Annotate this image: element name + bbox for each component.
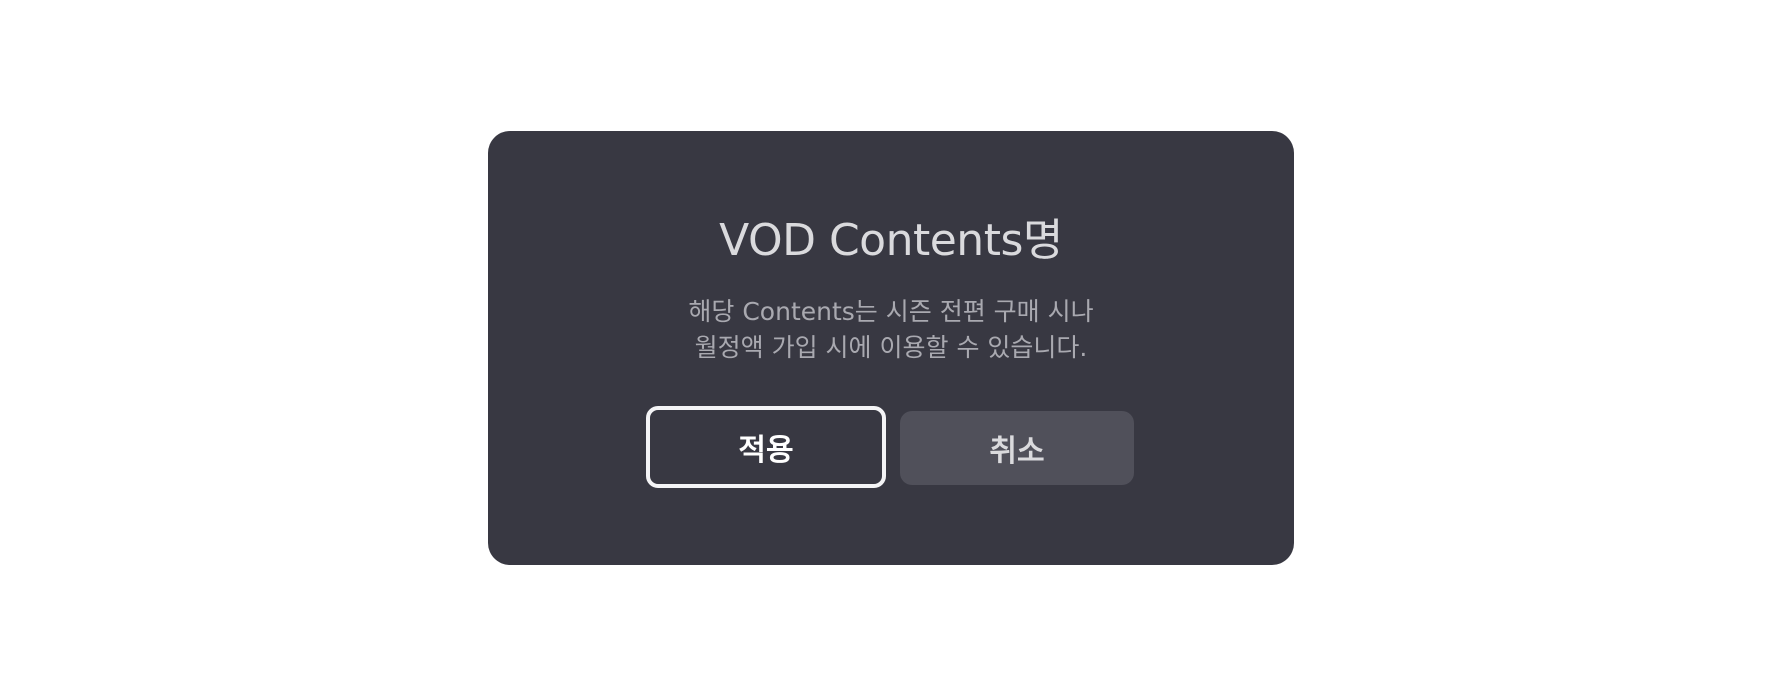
- dialog-title: VOD Contents명: [719, 215, 1063, 266]
- apply-button[interactable]: 적용: [646, 406, 886, 488]
- cancel-button[interactable]: 취소: [900, 411, 1134, 485]
- dialog-message-line-2: 월정액 가입 시에 이용할 수 있습니다.: [694, 333, 1088, 362]
- dialog-message-line-1: 해당 Contents는 시즌 전편 구매 시나: [688, 297, 1094, 326]
- page-background: VOD Contents명 해당 Contents는 시즌 전편 구매 시나 월…: [0, 0, 1792, 696]
- vod-purchase-dialog: VOD Contents명 해당 Contents는 시즌 전편 구매 시나 월…: [488, 131, 1294, 565]
- dialog-message: 해당 Contents는 시즌 전편 구매 시나 월정액 가입 시에 이용할 수…: [488, 294, 1294, 366]
